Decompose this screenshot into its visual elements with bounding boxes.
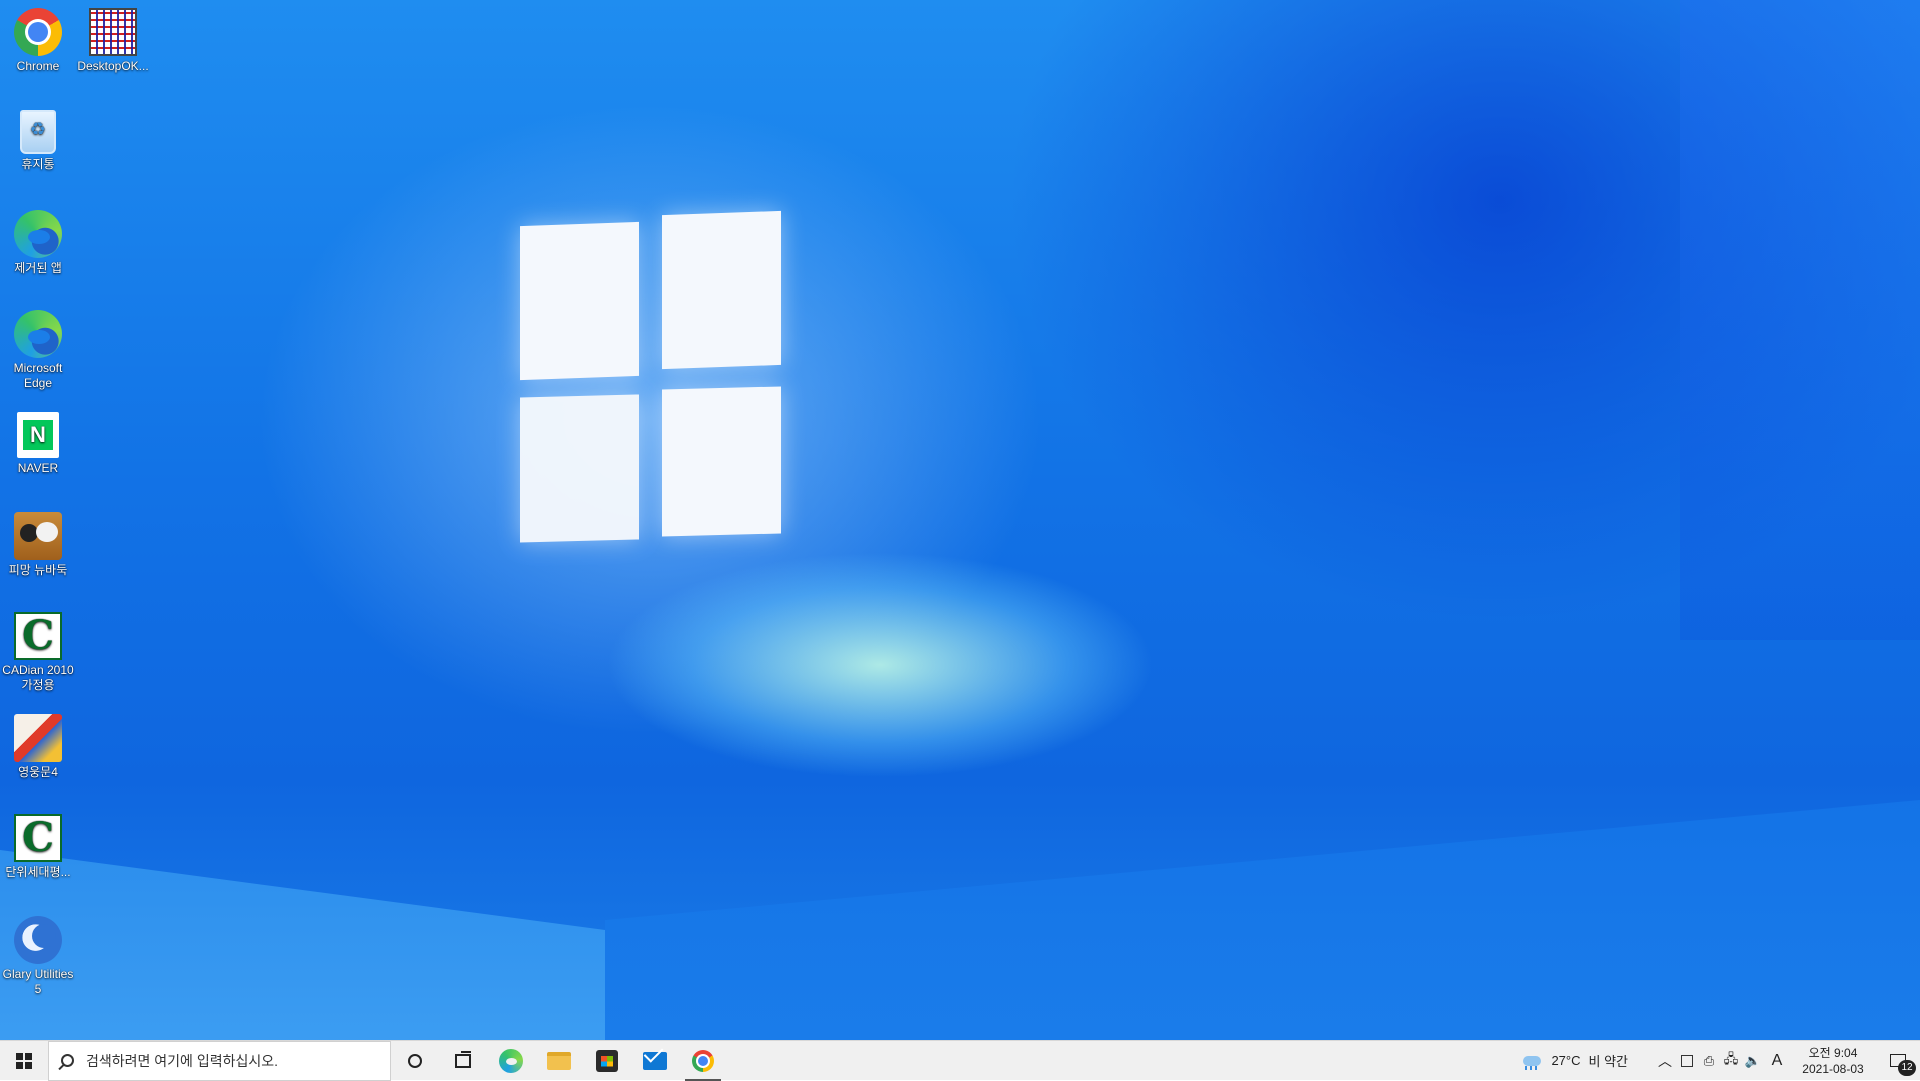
logo-pane: [662, 386, 781, 537]
windows-logo-icon: [16, 1052, 32, 1069]
tray-app-icon-glyph: [1681, 1054, 1693, 1067]
wallpaper-floor-right: [605, 800, 1920, 1040]
desktop-icon-label: 영웅문4: [18, 765, 58, 779]
weather-temperature: 27°C: [1551, 1053, 1581, 1068]
desktopok-icon: [89, 8, 137, 56]
search-icon: [61, 1054, 74, 1067]
edge-icon: [499, 1048, 523, 1073]
edge-icon: [14, 310, 62, 358]
desktop-icon-recycle-bin[interactable]: ♻ 휴지통: [0, 106, 76, 172]
desktop-icon-glary-utilities[interactable]: Glary Utilities 5: [0, 912, 76, 997]
clock-date: 2021-08-03: [1802, 1061, 1864, 1076]
start-button[interactable]: [0, 1041, 48, 1081]
network-icon[interactable]: 🖧: [1720, 1041, 1742, 1081]
taskbar-chrome-button[interactable]: [679, 1041, 727, 1081]
logo-pane: [520, 221, 639, 381]
notification-count-badge: 12: [1898, 1059, 1916, 1076]
taskbar-edge-button[interactable]: [487, 1041, 535, 1081]
show-hidden-icons-button[interactable]: ︿: [1654, 1041, 1676, 1081]
wallpaper-wall: [1680, 0, 1920, 640]
desktop-icon-removed-apps[interactable]: 제거된 앱: [0, 206, 76, 276]
recycle-bin-icon: ♻: [20, 110, 56, 154]
taskbar: 검색하려면 여기에 입력하십시오. 27°C 비 약간 ︿ ⎙ 🖧 🔈 A 오전…: [0, 1040, 1920, 1081]
cortana-button[interactable]: [391, 1041, 439, 1081]
logo-pane: [520, 394, 639, 543]
taskbar-search-box[interactable]: 검색하려면 여기에 입력하십시오.: [48, 1040, 391, 1081]
taskbar-mail-button[interactable]: [631, 1041, 679, 1081]
desktop-icon-baduk[interactable]: 피망 뉴바둑: [0, 508, 76, 578]
logo-pane: [662, 210, 781, 370]
chrome-icon: [692, 1049, 714, 1072]
volume-icon[interactable]: 🔈: [1742, 1041, 1764, 1081]
chrome-icon: [14, 8, 62, 56]
desktop-icon-label: 휴지통: [21, 157, 55, 171]
desktop-icon-heroes[interactable]: 영웅문4: [0, 710, 76, 780]
desktop-icon-label: 단위세대평...: [5, 865, 71, 879]
desktop-icon-label: 제거된 앱: [14, 261, 62, 275]
clock[interactable]: 오전 9:04 2021-08-03: [1794, 1045, 1872, 1077]
desktop-icon-label: NAVER: [17, 461, 59, 475]
desktop-icon-chrome[interactable]: Chrome: [0, 4, 76, 74]
ime-indicator[interactable]: A: [1764, 1041, 1790, 1081]
taskbar-file-explorer-button[interactable]: [535, 1041, 583, 1081]
cortana-icon: [408, 1053, 422, 1068]
naver-icon: N: [17, 412, 59, 458]
desktop-icon-label: Microsoft Edge: [13, 361, 63, 390]
clock-time: 오전 9:04: [1808, 1045, 1858, 1060]
action-center-button[interactable]: 12: [1876, 1041, 1920, 1081]
search-placeholder: 검색하려면 여기에 입력하십시오.: [86, 1052, 278, 1069]
mail-icon: [643, 1051, 667, 1070]
desktop-icon-unit-household[interactable]: C 단위세대평...: [0, 810, 76, 880]
system-tray: 27°C 비 약간 ︿ ⎙ 🖧 🔈 A 오전 9:04 2021-08-03 1…: [1521, 1041, 1920, 1081]
rain-cloud-icon: [1521, 1054, 1543, 1070]
file-explorer-icon: [547, 1051, 571, 1070]
taskbar-store-button[interactable]: [583, 1041, 631, 1081]
store-icon: [596, 1049, 618, 1072]
desktop-icon-label: Chrome: [16, 59, 60, 73]
tray-camera-icon[interactable]: ⎙: [1698, 1041, 1720, 1081]
task-view-button[interactable]: [439, 1041, 487, 1081]
desktop-icon-cadian[interactable]: C CADian 2010 가정용: [0, 608, 76, 693]
weather-widget[interactable]: 27°C 비 약간: [1521, 1051, 1636, 1070]
baduk-icon: [14, 512, 62, 560]
tray-app-icon[interactable]: [1676, 1041, 1698, 1081]
desktop-icon-label: Glary Utilities 5: [2, 967, 74, 996]
wallpaper-windows-logo: [520, 210, 785, 565]
desktop-icon-label: 피망 뉴바둑: [8, 563, 68, 577]
weather-condition: 비 약간: [1588, 1054, 1629, 1069]
desktop-icon-naver[interactable]: N NAVER: [0, 408, 76, 476]
desktop-icon-microsoft-edge[interactable]: Microsoft Edge: [0, 306, 76, 391]
wallpaper-floor-left: [0, 850, 605, 1040]
edge-icon: [14, 210, 62, 258]
cadian-icon: C: [14, 612, 62, 660]
desktop[interactable]: Chrome DesktopOK... ♻ 휴지통 제거된 앱 Microsof…: [0, 0, 1920, 1040]
heroes-icon: [14, 714, 62, 762]
desktop-icon-desktopok[interactable]: DesktopOK...: [75, 4, 151, 74]
task-view-icon: [455, 1050, 471, 1068]
cadian-icon: C: [14, 814, 62, 862]
desktop-icon-label: CADian 2010 가정용: [2, 663, 74, 692]
desktop-icon-label: DesktopOK...: [77, 59, 149, 73]
glary-icon: [14, 916, 62, 964]
